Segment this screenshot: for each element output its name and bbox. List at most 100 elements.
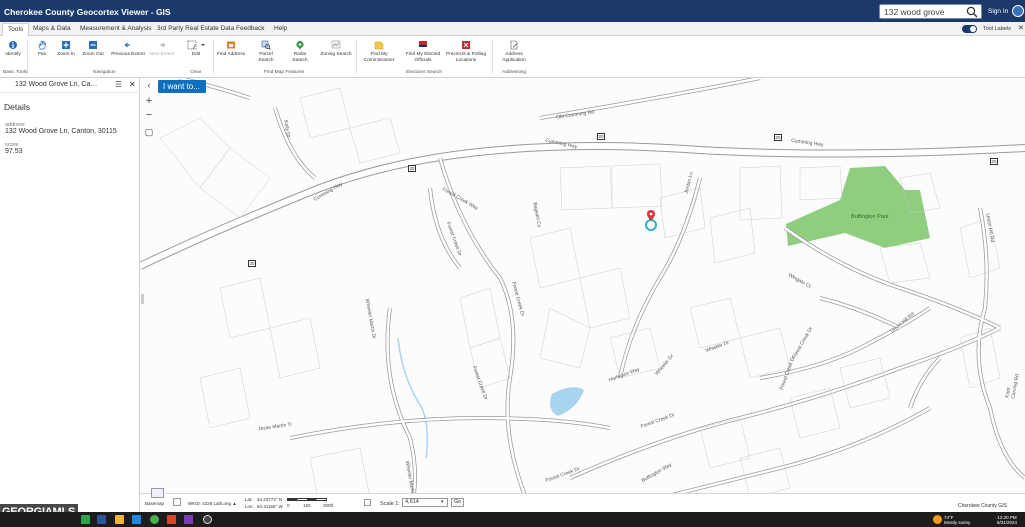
search-input[interactable] [880, 5, 964, 18]
accessibility-icon[interactable] [1012, 5, 1024, 17]
taskbar-chrome-icon[interactable] [150, 515, 159, 524]
tab-feedback[interactable]: Feedback [236, 25, 265, 32]
next-extent-label: Next Extent [149, 52, 175, 57]
park-label: Buffington Park [851, 214, 889, 220]
radio-search-button[interactable]: Radio Search [286, 40, 314, 64]
route-shield: 20 [990, 158, 998, 165]
map-canvas[interactable] [140, 78, 1025, 512]
weather-widget[interactable]: 74°F Mostly sunny [944, 515, 970, 525]
taskbar-app-icon[interactable] [167, 515, 176, 524]
map-resize-handle[interactable] [141, 294, 144, 304]
edit-icon [187, 40, 205, 50]
taskbar-teams-icon[interactable] [184, 515, 193, 524]
find-address-button[interactable]: Find Address [217, 40, 245, 58]
map-credit: Cherokee County GIS [958, 503, 1007, 509]
list-icon[interactable]: ☰ [115, 80, 122, 89]
group-elections-search: Elections Search [406, 70, 442, 75]
weather-icon [933, 515, 942, 524]
close-panel-icon[interactable]: ✕ [129, 80, 136, 89]
lat-value: 34.23773° N [257, 497, 283, 502]
zoom-in-icon [62, 41, 70, 49]
find-address-icon [227, 41, 235, 49]
next-extent-icon [160, 42, 166, 48]
group-basic-tools: Basic Tools [3, 70, 28, 75]
precincts-button[interactable]: Precincts & Polling Locations [446, 40, 486, 64]
tab-measurement-analysis[interactable]: Measurement & Analysis [80, 25, 152, 32]
i-want-to-button[interactable]: I want to... [158, 80, 206, 93]
zoning-search-button[interactable]: Zoning Search [320, 40, 352, 58]
ribbon: Identify Pan Zoom In Zoom Out Previous E… [0, 36, 1025, 78]
address-value: 132 Wood Grove Ln, Canton, 30115 [5, 128, 117, 135]
address-application-label: Address Application [502, 52, 526, 63]
taskbar-app-icon[interactable] [81, 515, 90, 524]
map-svg [140, 78, 1025, 512]
taskbar-word-icon[interactable] [97, 515, 106, 524]
find-commissioner-label: Find My Commissioner [363, 52, 395, 63]
taskbar-app-icon[interactable] [203, 515, 212, 524]
commissioner-icon [374, 41, 384, 50]
next-extent-button[interactable]: Next Extent [149, 40, 175, 58]
close-ribbon-icon[interactable]: ✕ [1018, 24, 1024, 32]
taskbar-store-icon[interactable] [132, 515, 141, 524]
tab-maps-data[interactable]: Maps & Data [33, 25, 71, 32]
collapse-panel-icon[interactable]: ‹ [143, 80, 155, 92]
route-shield: 20 [597, 133, 605, 140]
zoom-out-button[interactable]: Zoom Out [82, 40, 104, 58]
app-title: Cherokee County Geocortex Viewer - GIS [4, 7, 171, 17]
system-clock[interactable]: 12:20 PM 8/31/2024 [997, 515, 1017, 525]
tab-tools[interactable]: Tools [2, 23, 30, 36]
lon-value: 84.41158° W [257, 504, 283, 509]
taskbar [0, 512, 1025, 527]
find-commissioner-button[interactable]: Find My Commissioner [362, 40, 396, 64]
address-application-icon [510, 40, 518, 50]
sign-in-link[interactable]: Sign In [988, 8, 1008, 15]
details-panel: 132 Wood Grove Ln, Canton, 3... ☰ ✕ Deta… [0, 78, 143, 512]
coord-system[interactable]: WKID: 4326 Lat/Long ▲ [188, 501, 237, 506]
chevron-down-icon[interactable]: ▾ [441, 499, 444, 505]
identify-label: Identify [5, 52, 21, 57]
taskbar-folder-icon[interactable] [115, 515, 124, 524]
go-button[interactable]: Go [451, 498, 464, 507]
map-status-bar: Basemap WKID: 4326 Lat/Long ▲ Lat: 34.23… [140, 488, 1025, 512]
identify-button[interactable]: Identify [4, 40, 22, 58]
zoom-in-button[interactable]: Zoom In [56, 40, 76, 58]
weather-condition: Mostly sunny [944, 520, 971, 526]
scale-icon[interactable] [364, 499, 371, 506]
previous-extent-button[interactable]: Previous Extent [111, 40, 145, 58]
search-box[interactable] [879, 4, 982, 19]
address-application-button[interactable]: Address Application [498, 40, 530, 64]
tab-third-party-data[interactable]: 3rd Party Real Estate Data [157, 25, 234, 32]
lon-label: Lon: [245, 504, 254, 509]
basemap-icon[interactable] [151, 488, 164, 498]
find-address-label: Find Address [217, 52, 245, 57]
search-icon[interactable] [966, 6, 978, 18]
parcel-search-button[interactable]: Parcel Search [252, 40, 280, 64]
basemap-label[interactable]: Basemap [145, 501, 164, 506]
zoning-search-icon [331, 40, 341, 49]
find-elected-officials-button[interactable]: Find My Elected Officials [404, 40, 442, 64]
radio-search-icon [296, 40, 304, 50]
location-marker-icon[interactable] [644, 210, 658, 232]
panel-title: 132 Wood Grove Ln, Canton, 3... [15, 81, 100, 88]
pan-button[interactable]: Pan [34, 40, 50, 58]
precincts-label: Precincts & Polling Locations [446, 52, 486, 63]
tab-help[interactable]: Help [274, 25, 287, 32]
map-zoom-out-button[interactable]: − [143, 110, 155, 122]
hand-icon [38, 40, 46, 50]
score-value: 97.53 [5, 148, 23, 155]
route-shield: 20 [408, 165, 416, 172]
zoom-out-icon [89, 41, 97, 49]
tool-labels-toggle[interactable] [962, 25, 977, 33]
bookmark-icon[interactable]: ▢ [143, 127, 155, 139]
identify-icon [9, 41, 17, 49]
group-find-map-features: Find Map Features [264, 70, 305, 75]
pan-label: Pan [37, 52, 47, 57]
elected-officials-icon [419, 41, 427, 49]
find-elected-officials-label: Find My Elected Officials [405, 52, 441, 63]
scale-bar [287, 498, 327, 501]
edit-button[interactable]: Edit [183, 40, 209, 58]
grid-icon[interactable] [173, 498, 181, 506]
group-clear: Clear [190, 70, 202, 75]
map-zoom-in-button[interactable]: + [143, 96, 155, 108]
scale-tick: 150 [303, 503, 311, 508]
